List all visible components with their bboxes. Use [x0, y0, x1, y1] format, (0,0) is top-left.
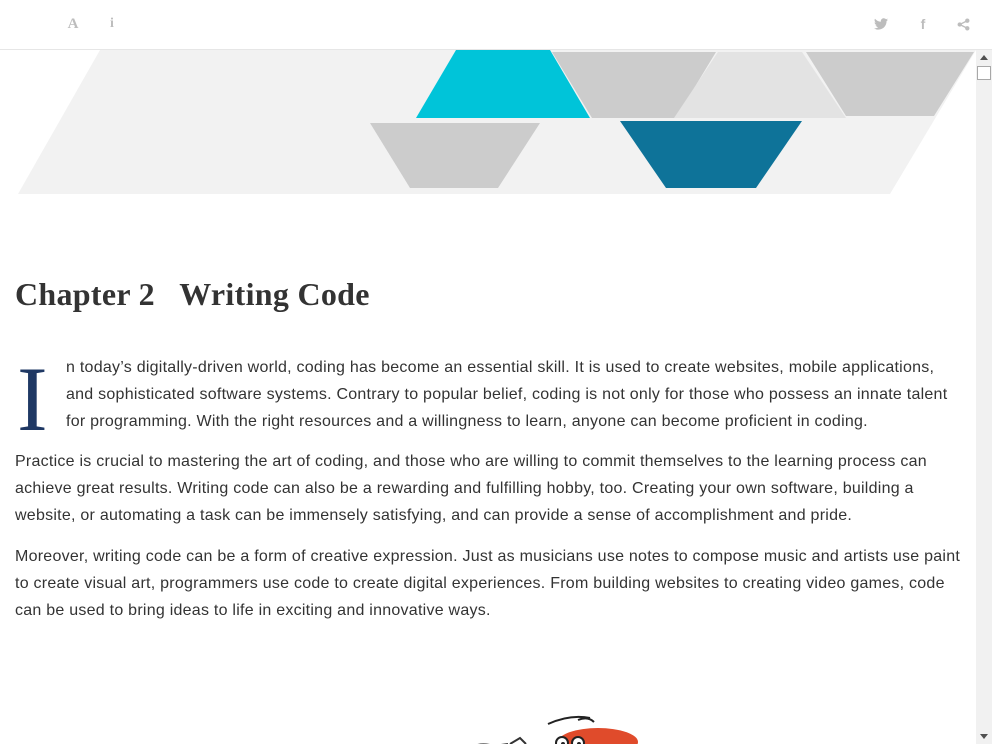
vertical-scrollbar[interactable] — [976, 50, 992, 744]
coding-mascot-illustration — [477, 715, 638, 744]
share-icon[interactable] — [952, 13, 974, 35]
paragraph-2: Practice is crucial to mastering the art… — [15, 453, 927, 524]
info-icon[interactable]: i — [101, 13, 123, 35]
scroll-up-arrow-icon[interactable] — [976, 50, 992, 66]
drop-cap: I — [17, 348, 48, 450]
paragraph-1: In today’s digitally-driven world, codin… — [15, 348, 963, 450]
twitter-icon[interactable] — [870, 13, 892, 35]
paragraph-1-text: n today’s digitally-driven world, coding… — [66, 359, 948, 430]
paragraph-3: Moreover, writing code can be a form of … — [15, 548, 961, 619]
facebook-icon[interactable]: f — [912, 13, 934, 35]
font-settings-icon[interactable]: A — [62, 13, 84, 35]
chapter-content: Chapter 2 Writing Code In today’s digita… — [0, 50, 976, 744]
chapter-banner-image — [18, 50, 976, 194]
reader-toolbar: A i f — [0, 0, 992, 50]
scrollbar-thumb[interactable] — [977, 66, 991, 80]
scroll-down-arrow-icon[interactable] — [976, 728, 992, 744]
chapter-title: Chapter 2 Writing Code — [15, 276, 370, 312]
